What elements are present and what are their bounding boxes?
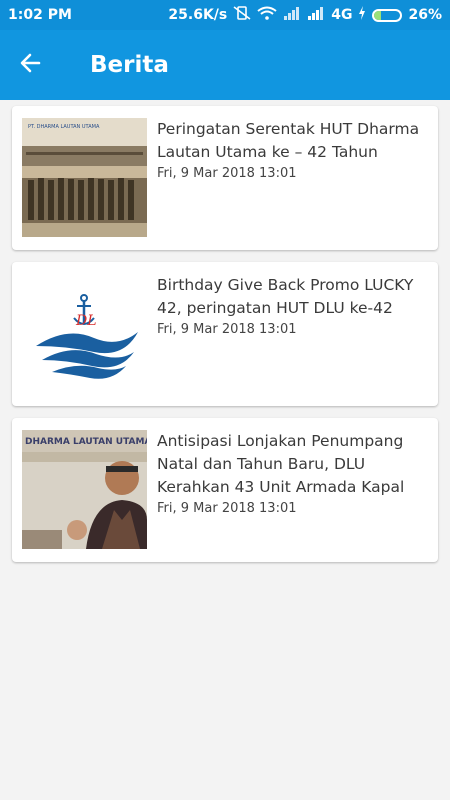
news-card[interactable]: PT. DHARMA LAUTAN UTAMA Peringatan Seren… [12, 106, 438, 250]
news-date: Fri, 9 Mar 2018 13:01 [157, 322, 297, 337]
status-time: 1:02 PM [8, 7, 72, 23]
thumbnail-caption: PT. DHARMA LAUTAN UTAMA [28, 124, 100, 130]
status-bar: 1:02 PM 25.6K/s 4G 26% [0, 0, 450, 30]
news-date: Fri, 9 Mar 2018 13:01 [157, 166, 297, 181]
news-title: Antisipasi Lonjakan Penumpang Natal dan … [157, 432, 405, 496]
page-title: Berita [90, 52, 169, 78]
wifi-icon [257, 6, 277, 24]
news-card[interactable]: DL Birthday Give Back Promo LUCKY 42, pe… [12, 262, 438, 406]
thumbnail-caption: DHARMA LAUTAN UTAMA [25, 437, 147, 447]
signal-icon [307, 6, 325, 24]
network-type: 4G [331, 7, 353, 23]
status-indicators: 25.6K/s 4G 26% [168, 6, 442, 24]
news-list: PT. DHARMA LAUTAN UTAMA Peringatan Seren… [12, 106, 438, 574]
arrow-left-icon [18, 51, 42, 80]
news-thumbnail: DHARMA LAUTAN UTAMA [22, 430, 147, 549]
battery-icon [372, 8, 403, 22]
vibrate-off-icon [233, 6, 251, 24]
news-title: Peringatan Serentak HUT Dharma Lautan Ut… [157, 120, 420, 161]
back-button[interactable] [0, 30, 60, 100]
app-bar: Berita [0, 30, 450, 100]
news-card[interactable]: DHARMA LAUTAN UTAMA Antisipasi Lonjakan … [12, 418, 438, 562]
network-speed: 25.6K/s [168, 7, 228, 23]
signal-empty-icon [283, 6, 301, 24]
battery-percent: 26% [408, 7, 442, 23]
news-thumbnail: DL [22, 274, 147, 393]
news-title: Birthday Give Back Promo LUCKY 42, perin… [157, 276, 414, 317]
news-date: Fri, 9 Mar 2018 13:01 [157, 501, 297, 516]
logo-text: DL [75, 313, 97, 329]
news-thumbnail: PT. DHARMA LAUTAN UTAMA [22, 118, 147, 237]
charging-icon [358, 6, 366, 24]
